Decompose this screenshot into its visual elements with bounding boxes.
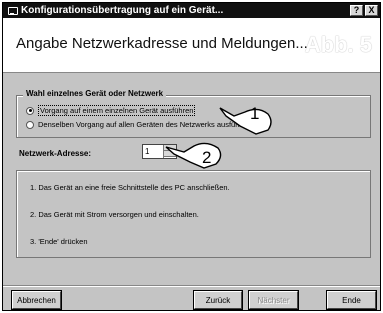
callout-arrows <box>165 107 272 169</box>
callout-number-1: 1 <box>250 104 260 123</box>
callout-arrow-2 <box>165 142 222 169</box>
callout-arrow-1 <box>219 107 272 135</box>
callout-number-2: 2 <box>202 148 212 167</box>
